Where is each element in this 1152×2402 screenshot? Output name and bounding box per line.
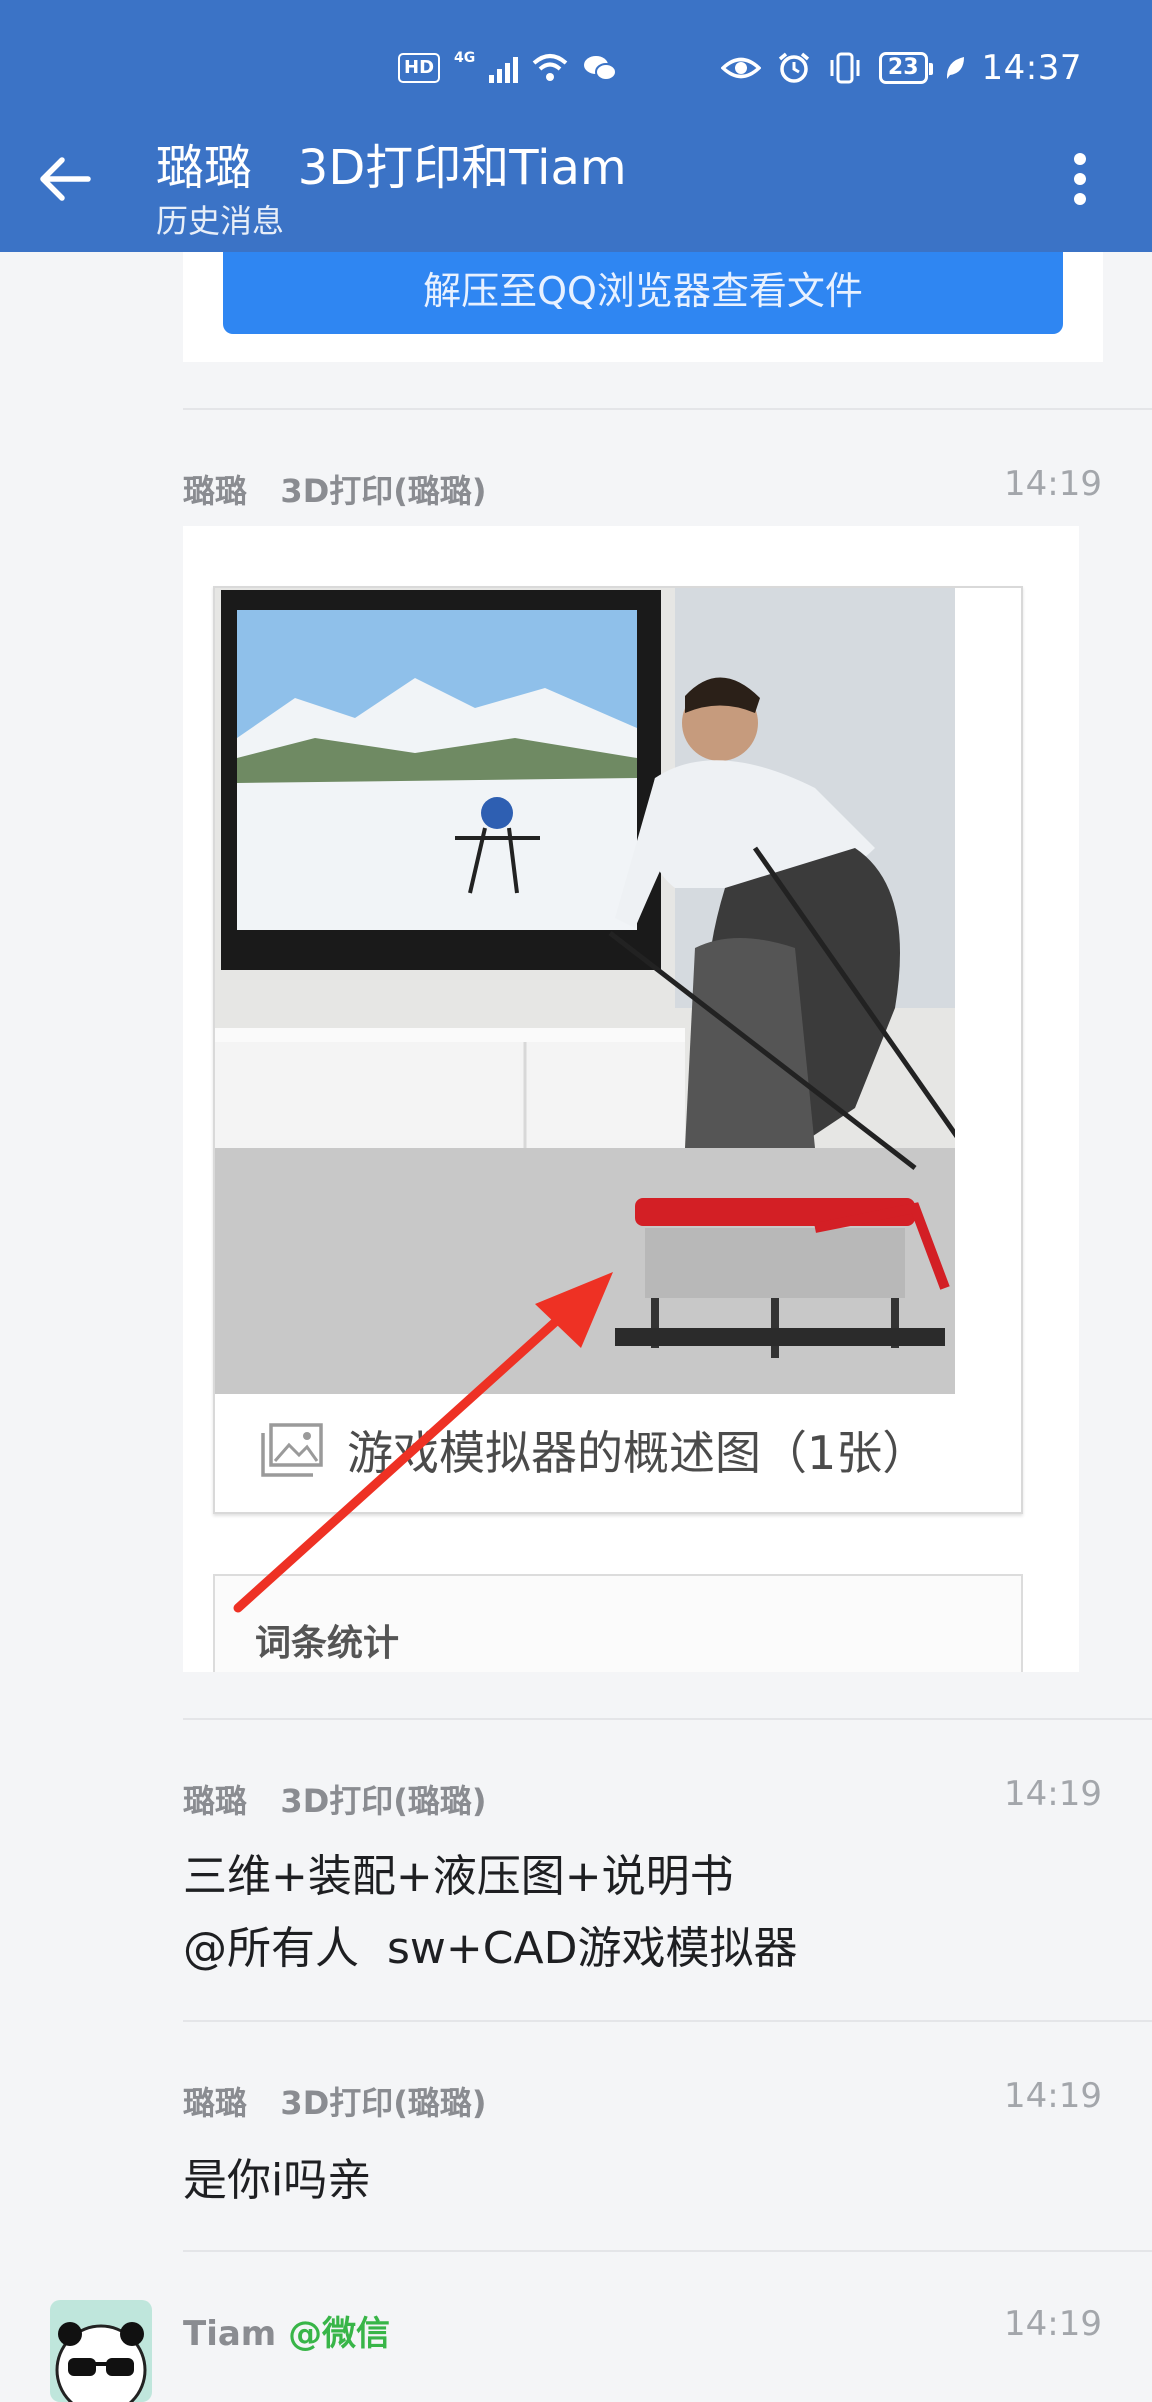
more-options-icon[interactable] xyxy=(1060,148,1100,210)
alarm-icon xyxy=(778,52,810,83)
sender-name: Tiam xyxy=(183,2314,277,2354)
message-sender: 璐璐 3D打印(璐璐) xyxy=(183,472,487,510)
battery-icon: 23 xyxy=(878,52,933,84)
signal-icon xyxy=(489,53,519,83)
chat-title: 璐璐 3D打印和Tiam xyxy=(156,140,627,196)
app-header: HD 4G 23 14:37 璐璐 3D打印和Tiam 历史消息 xyxy=(0,0,1152,252)
stats-title: 词条统计 xyxy=(255,1623,400,1664)
status-right: 23 14:37 xyxy=(720,44,1082,92)
back-arrow-icon[interactable] xyxy=(36,150,94,208)
message-divider xyxy=(183,1718,1152,1720)
message-sender: 璐璐 3D打印(璐璐) xyxy=(183,2084,487,2122)
status-time: 14:37 xyxy=(981,48,1082,88)
ski-simulator-photo xyxy=(215,588,955,1394)
wechat-icon xyxy=(584,56,618,81)
panda-avatar-icon xyxy=(55,2322,147,2402)
vibrate-icon xyxy=(830,52,860,84)
message-time: 14:19 xyxy=(1004,464,1102,504)
eye-icon xyxy=(720,57,761,79)
entry-stats-box: 词条统计 xyxy=(213,1574,1023,1672)
image-preview[interactable]: 游戏模拟器的概述图（1张） xyxy=(213,586,1023,1514)
message-sender: Tiam @微信 xyxy=(183,2306,390,2355)
message-divider xyxy=(183,2020,1152,2022)
status-left: HD 4G xyxy=(398,44,618,92)
leaf-icon xyxy=(946,57,964,79)
image-caption: 游戏模拟器的概述图（1张） xyxy=(259,1410,928,1490)
message-text-line: 是你i吗亲 xyxy=(183,2155,372,2206)
hd-badge: HD xyxy=(398,53,441,83)
caption-text: 游戏模拟器的概述图（1张） xyxy=(347,1426,929,1480)
message-time: 14:19 xyxy=(1004,2304,1102,2344)
message-time: 14:19 xyxy=(1004,2076,1102,2116)
image-message[interactable]: 游戏模拟器的概述图（1张） 词条统计 xyxy=(183,526,1079,1672)
file-card: 解压至QQ浏览器查看文件 xyxy=(183,252,1103,362)
avatar[interactable] xyxy=(50,2300,152,2402)
message-divider xyxy=(183,408,1152,410)
message-divider xyxy=(183,2250,1152,2252)
wifi-icon xyxy=(532,54,568,81)
message-time: 14:19 xyxy=(1004,1774,1102,1814)
wechat-tag: @微信 xyxy=(288,2314,391,2354)
status-bar: HD 4G 23 14:37 xyxy=(0,44,1152,92)
network-type: 4G xyxy=(454,50,476,66)
open-in-browser-button[interactable]: 解压至QQ浏览器查看文件 xyxy=(223,252,1063,334)
message-text-line: 三维+装配+液压图+说明书 xyxy=(183,1851,734,1902)
chat-subtitle: 历史消息 xyxy=(156,202,285,240)
message-text-line: @所有人 sw+CAD游戏模拟器 xyxy=(183,1923,798,1974)
message-sender: 璐璐 3D打印(璐璐) xyxy=(183,1782,487,1820)
gallery-icon xyxy=(261,1423,323,1477)
